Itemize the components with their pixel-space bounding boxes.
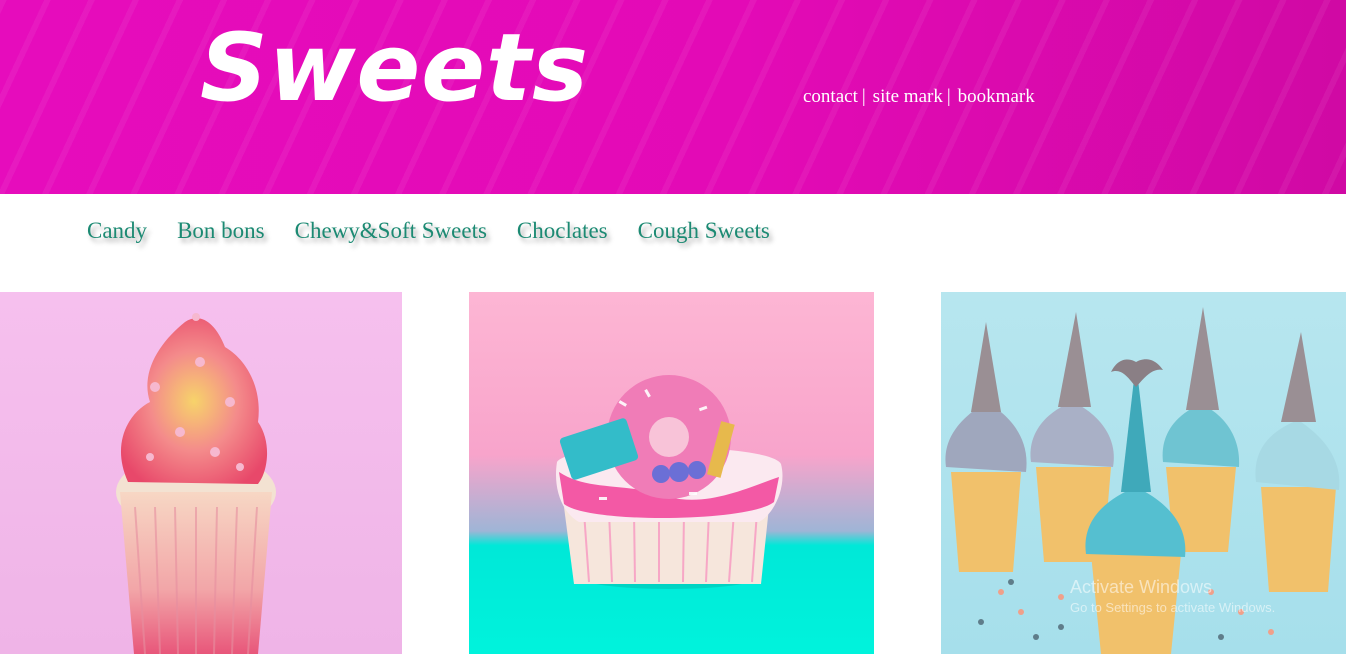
donut-cupcake-image	[555, 375, 783, 589]
contact-link[interactable]: contact	[803, 86, 858, 108]
nav-item-cough-sweets[interactable]: Cough Sweets	[638, 218, 770, 244]
watermark-title: Activate Windows	[1070, 577, 1213, 597]
cupcake-photo-1[interactable]	[0, 292, 402, 654]
nav-item-candy[interactable]: Candy	[87, 218, 147, 244]
watermark-subtitle: Go to Settings to activate Windows.	[1070, 600, 1276, 615]
swirl-cupcake-image	[116, 313, 276, 654]
nav-item-bon-bons[interactable]: Bon bons	[177, 218, 265, 244]
site-logo[interactable]: Sweets	[200, 22, 589, 116]
site-mark-link[interactable]: site mark	[873, 86, 943, 108]
link-separator: |	[946, 86, 951, 107]
category-nav: Candy Bon bons Chewy&Soft Sweets Choclat…	[87, 218, 770, 244]
site-header: Sweets contact | site mark | bookmark	[0, 0, 1346, 194]
nav-item-chewy-soft-sweets[interactable]: Chewy&Soft Sweets	[295, 218, 487, 244]
link-separator: |	[861, 86, 866, 107]
top-links: contact | site mark | bookmark	[803, 86, 1035, 108]
nav-item-choclates[interactable]: Choclates	[517, 218, 608, 244]
activate-windows-watermark: Activate Windows Go to Settings to activ…	[1070, 577, 1275, 615]
cupcake-photo-2[interactable]	[469, 292, 874, 654]
bookmark-link[interactable]: bookmark	[958, 86, 1035, 108]
